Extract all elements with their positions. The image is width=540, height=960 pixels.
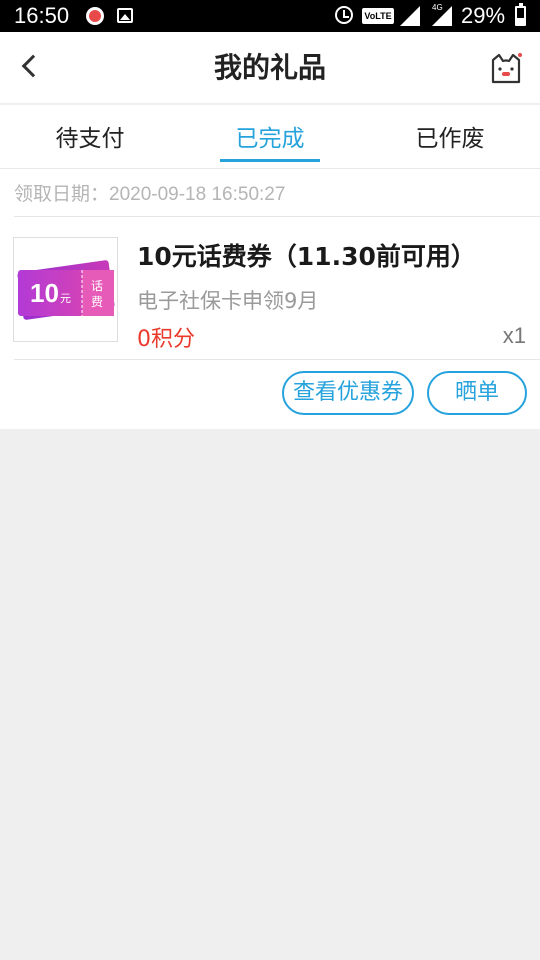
alarm-icon xyxy=(335,6,353,24)
page-title: 我的礼品 xyxy=(213,51,326,84)
tab-pending-payment[interactable]: 待支付 xyxy=(30,105,150,169)
volte-badge: VoLTE xyxy=(362,8,394,24)
view-coupon-button[interactable]: 查看优惠券 xyxy=(282,371,414,415)
product-thumbnail[interactable]: 10 元 话 费 xyxy=(13,237,118,342)
app-header: 我的礼品 xyxy=(0,32,540,104)
quantity: x1 xyxy=(502,323,526,348)
divider xyxy=(14,216,540,217)
claim-date: 领取日期：2020-09-18 16:50:27 xyxy=(14,184,286,205)
status-time: 16:50 xyxy=(14,3,70,28)
points-cost: 0积分 xyxy=(137,327,195,352)
customer-service-button[interactable] xyxy=(488,52,524,86)
tab-voided[interactable]: 已作废 xyxy=(390,105,510,169)
divider xyxy=(14,359,540,360)
image-notification-icon xyxy=(117,8,133,23)
notification-app-icon xyxy=(86,7,104,25)
chevron-left-icon xyxy=(21,54,45,78)
thumb-tag-1: 话 xyxy=(91,279,103,293)
battery-percent: 29% xyxy=(461,3,506,28)
thumb-unit: 元 xyxy=(60,292,71,305)
status-bar: 16:50 VoLTE 4G 29% xyxy=(0,0,540,32)
share-order-button[interactable]: 晒单 xyxy=(427,371,527,415)
product-subtitle: 电子社保卡申领9月 xyxy=(137,289,319,313)
product-title[interactable]: 10元话费券（11.30前可用） xyxy=(137,237,476,273)
battery-icon xyxy=(515,3,526,26)
order-status-tabs: 待支付 已完成 已作废 xyxy=(0,105,540,169)
back-button[interactable] xyxy=(16,50,50,86)
cat-face-icon xyxy=(491,53,522,84)
active-tab-indicator xyxy=(220,159,320,162)
thumb-tag-2: 费 xyxy=(91,295,103,309)
gift-order-card: 领取日期：2020-09-18 16:50:27 10 元 话 费 10元话费券… xyxy=(0,169,540,429)
signal-4g-icon xyxy=(432,6,452,26)
phone-credit-coupon-image: 10 元 话 费 xyxy=(17,260,115,320)
thumb-amount: 10 xyxy=(30,278,59,308)
signal-icon xyxy=(400,6,420,26)
